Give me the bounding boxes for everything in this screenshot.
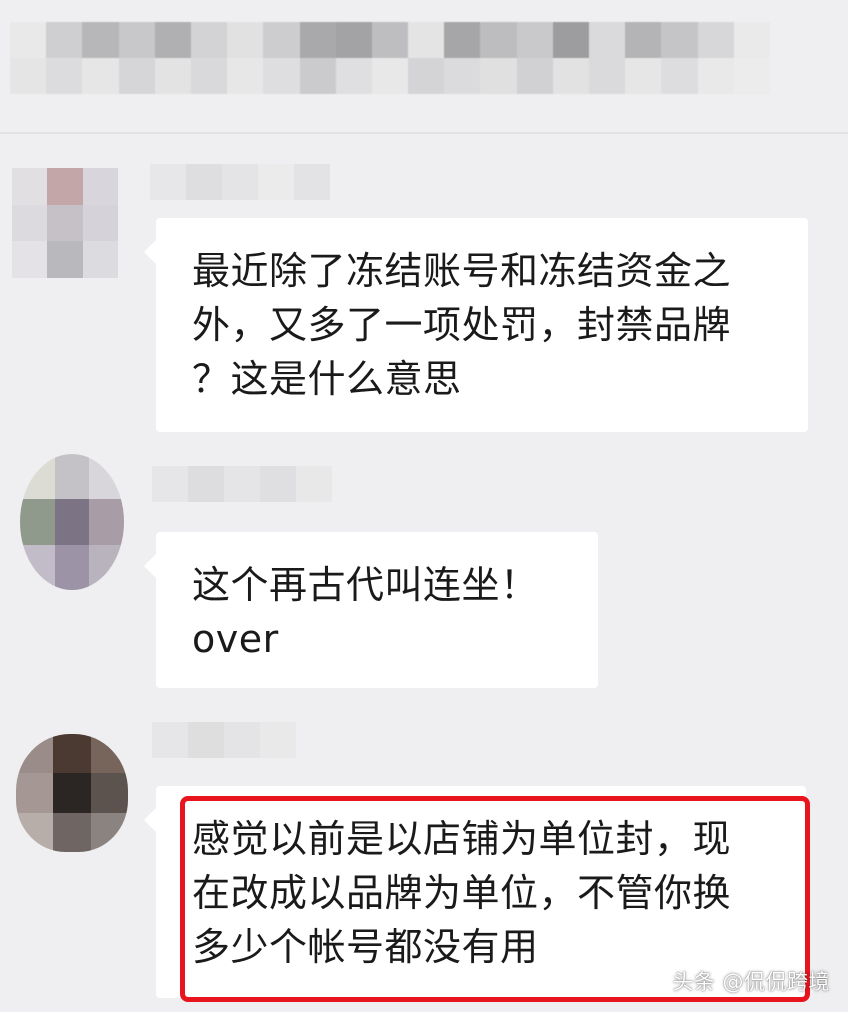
sender-name-redacted [150,164,330,200]
sender-avatar[interactable] [16,734,128,852]
message-text-line: ？这是什么意思 [192,357,462,401]
sender-avatar[interactable] [20,454,124,590]
message-text-line: 这个再古代叫连坐！ [192,563,539,607]
watermark: 头条 @侃侃跨境 [672,970,830,994]
chat-title-redacted [10,22,770,94]
sender-name-redacted [152,722,296,758]
message-bubble[interactable]: 最近除了冻结账号和冻结资金之 外，又多了一项处罚，封禁品牌 ？这是什么意思 [144,218,808,432]
message-text-line: 最近除了冻结账号和冻结资金之 [192,249,732,293]
message-text-line: 外，又多了一项处罚，封禁品牌 [192,303,732,347]
sender-name-redacted [152,466,332,502]
message-text-line: over [192,617,279,661]
message-bubble[interactable]: 这个再古代叫连坐！ over [144,532,598,688]
sender-avatar[interactable] [12,168,118,278]
header-divider [0,132,848,134]
